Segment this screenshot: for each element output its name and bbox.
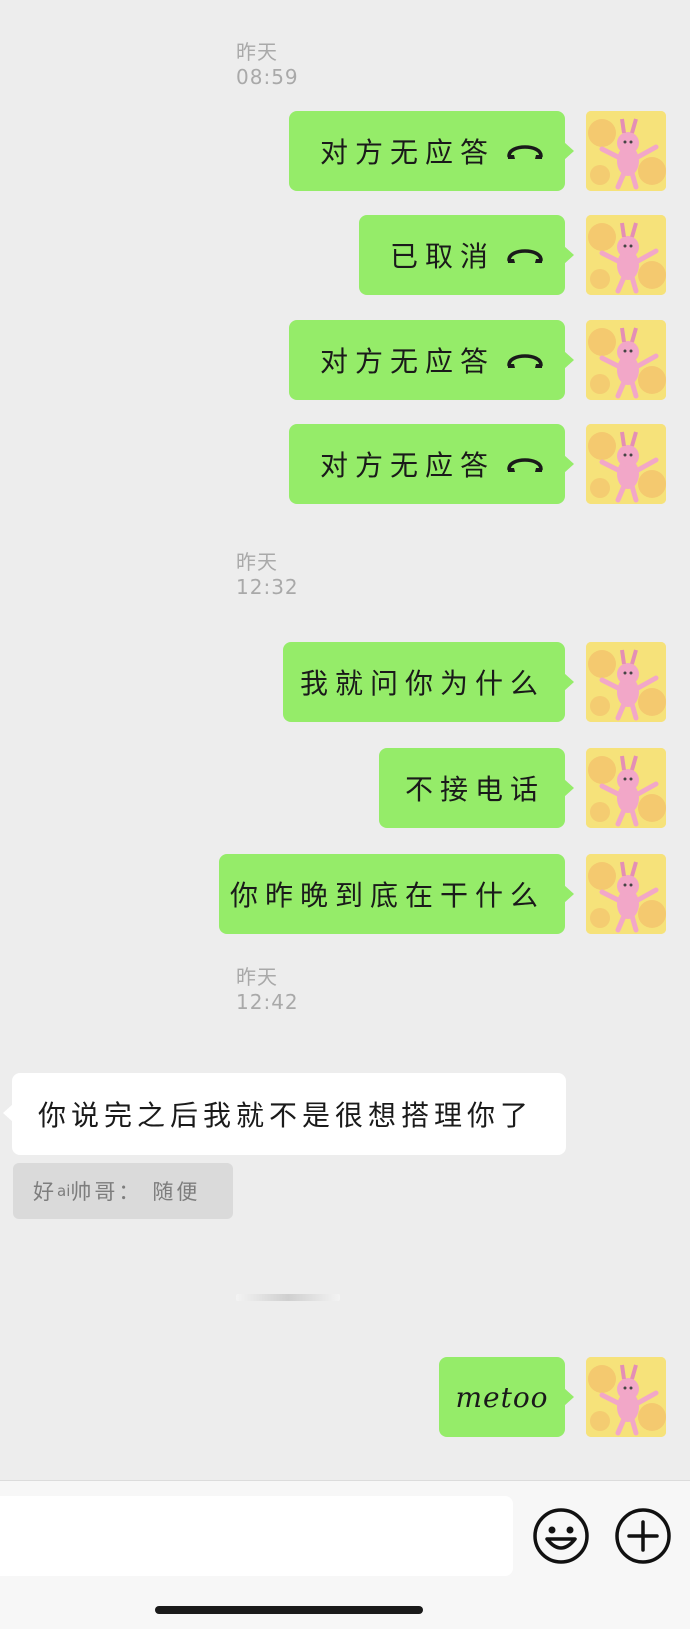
quote-sender-sup: ai (57, 1182, 71, 1200)
user-avatar[interactable] (586, 1357, 666, 1437)
message-row: 对方无应答 (0, 424, 690, 508)
quote-sender-prefix: 好 (33, 1180, 57, 1204)
incoming-message-bubble[interactable]: 你说完之后我就不是很想搭理你了 (3, 1073, 566, 1155)
message-row: 我就问你为什么 (0, 642, 690, 726)
message-row: 对方无应答 (0, 320, 690, 404)
message-text: metoo (455, 1380, 549, 1414)
user-avatar[interactable] (586, 748, 666, 828)
user-avatar[interactable] (586, 424, 666, 504)
message-row: 你昨晚到底在干什么 (0, 854, 690, 938)
message-text: 不接电话 (404, 773, 545, 806)
user-avatar[interactable] (586, 215, 666, 295)
outgoing-call-bubble[interactable]: 对方无应答 (289, 424, 574, 504)
blurred-divider (236, 1294, 340, 1301)
user-avatar[interactable] (586, 854, 666, 934)
message-row: 你说完之后我就不是很想搭理你了 (0, 1073, 690, 1157)
message-text: 已取消 (389, 240, 495, 273)
timestamp: 昨天 12:42 (236, 965, 299, 1014)
outgoing-call-bubble[interactable]: 对方无应答 (289, 320, 574, 400)
phone-hangup-icon (505, 349, 545, 371)
outgoing-message-bubble[interactable]: 我就问你为什么 (283, 642, 574, 722)
outgoing-message-bubble[interactable]: 不接电话 (379, 748, 574, 828)
message-row: 已取消 (0, 215, 690, 299)
timestamp: 昨天 12:32 (236, 550, 299, 599)
outgoing-call-bubble[interactable]: 对方无应答 (289, 111, 574, 191)
outgoing-message-bubble[interactable]: 你昨晚到底在干什么 (219, 854, 574, 934)
home-indicator[interactable] (155, 1606, 423, 1614)
message-text: 对方无应答 (319, 345, 495, 378)
message-text: 对方无应答 (319, 449, 495, 482)
quote-text: 随便 (152, 1180, 201, 1204)
message-text: 对方无应答 (319, 136, 495, 169)
plus-icon[interactable] (614, 1507, 672, 1565)
timestamp: 昨天 08:59 (236, 40, 299, 89)
outgoing-message-bubble[interactable]: metoo (439, 1357, 574, 1437)
emoji-icon[interactable] (532, 1507, 590, 1565)
message-text: 我就问你为什么 (299, 667, 545, 700)
message-row: 不接电话 (0, 748, 690, 832)
user-avatar[interactable] (586, 642, 666, 722)
quote-sender-suffix: 帅哥： (70, 1180, 143, 1204)
outgoing-call-bubble[interactable]: 已取消 (359, 215, 574, 295)
message-row: 对方无应答 (0, 111, 690, 195)
user-avatar[interactable] (586, 320, 666, 400)
message-text: 你昨晚到底在干什么 (229, 879, 545, 912)
phone-hangup-icon (505, 140, 545, 162)
phone-hangup-icon (505, 453, 545, 475)
phone-hangup-icon (505, 244, 545, 266)
message-row: metoo (0, 1357, 690, 1441)
user-avatar[interactable] (586, 111, 666, 191)
message-input[interactable] (0, 1496, 513, 1576)
quoted-reply[interactable]: 好 ai 帅哥： 随便 (13, 1163, 233, 1219)
message-text: 你说完之后我就不是很想搭理你了 (38, 1099, 534, 1132)
